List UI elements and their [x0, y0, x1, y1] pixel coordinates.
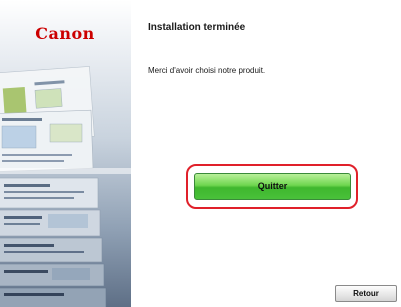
quit-button[interactable]: Quitter [194, 173, 351, 200]
documents-illustration [0, 66, 131, 307]
thank-you-message: Merci d'avoir choisi notre produit. [148, 66, 266, 75]
sidebar-panel: Canon [0, 0, 131, 307]
page-title: Installation terminée [148, 22, 246, 33]
canon-logo: Canon [35, 24, 95, 43]
main-panel: Installation terminée Merci d'avoir choi… [131, 0, 401, 307]
back-button[interactable]: Retour [335, 285, 397, 302]
